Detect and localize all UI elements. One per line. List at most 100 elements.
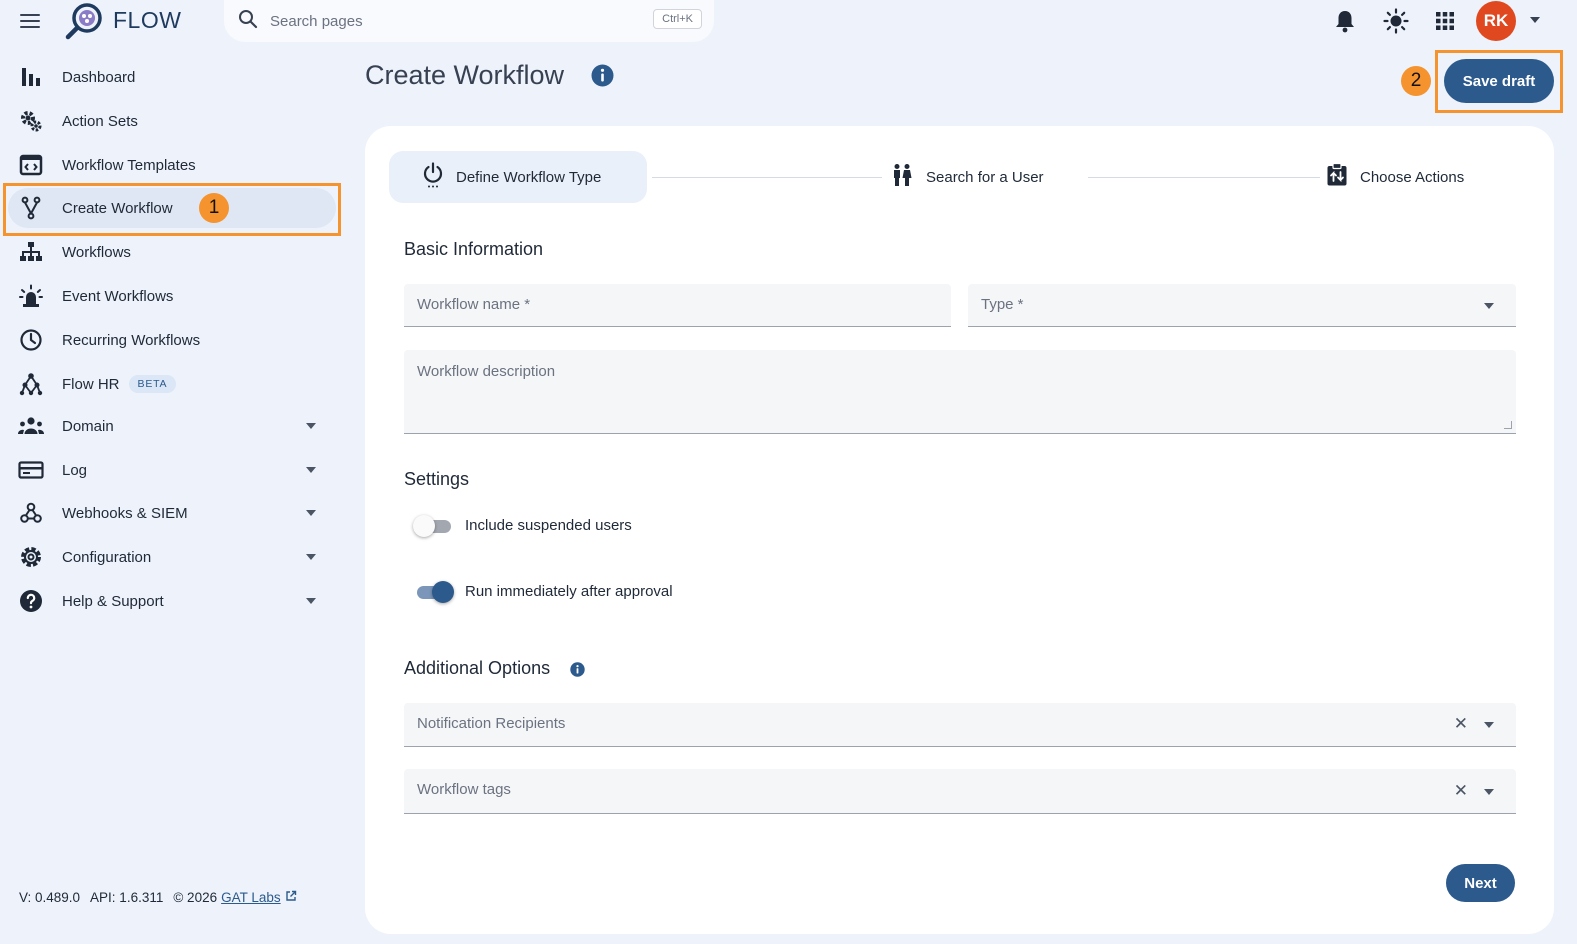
search-icon (238, 9, 258, 34)
menu-toggle-button[interactable] (20, 10, 44, 32)
gears-icon (18, 108, 44, 134)
additional-options-heading: Additional Options (404, 658, 551, 678)
save-draft-button[interactable]: Save draft (1444, 59, 1554, 103)
sidebar-item-label: Flow HR (62, 375, 120, 393)
copyright-text: © 2026 (173, 890, 218, 905)
annotation-badge-2: 2 (1401, 66, 1431, 96)
include-suspended-users-label: Include suspended users (465, 517, 632, 534)
brand-name: FLOW (113, 7, 182, 33)
users-icon (18, 413, 44, 439)
sidebar-item-label: Help & Support (62, 592, 164, 610)
chevron-down-icon (306, 554, 316, 560)
beta-badge: BETA (128, 375, 177, 393)
next-button[interactable]: Next (1446, 864, 1515, 902)
notification-recipients-select[interactable]: Notification Recipients ✕ (404, 703, 1516, 747)
sidebar-item-label: Configuration (62, 548, 152, 566)
sidebar-item-domain[interactable]: Domain (8, 406, 336, 446)
gat-labs-link[interactable]: GAT Labs (221, 890, 281, 905)
api-version-text: API: 1.6.311 (90, 890, 164, 905)
gear-icon (18, 544, 44, 570)
people-icon (890, 163, 914, 192)
type-placeholder: Type * (981, 296, 1024, 313)
workflow-name-field[interactable]: Workflow name * (404, 284, 951, 327)
flow-logo-icon[interactable] (64, 2, 104, 40)
type-select[interactable]: Type * (968, 284, 1516, 327)
annotation-badge-1: 1 (199, 193, 229, 223)
help-icon (18, 588, 44, 614)
page-title: Create Workflow (365, 60, 565, 90)
apps-grid-icon[interactable] (1432, 8, 1458, 34)
actions-icon (1326, 162, 1348, 192)
settings-heading: Settings (404, 469, 470, 489)
sidebar-item-event-workflows[interactable]: Event Workflows (8, 276, 336, 316)
sidebar-item-configuration[interactable]: Configuration (8, 537, 336, 577)
info-icon[interactable] (570, 662, 585, 682)
chevron-down-icon (1484, 722, 1494, 728)
sidebar-item-webhooks-siem[interactable]: Webhooks & SIEM (8, 493, 336, 533)
sidebar-item-dashboard[interactable]: Dashboard (8, 57, 336, 97)
search-input[interactable] (270, 12, 630, 30)
run-immediately-label: Run immediately after approval (465, 583, 673, 600)
step-connector (1088, 177, 1320, 178)
clock-icon (18, 327, 44, 353)
sidebar-item-label: Workflow Templates (62, 156, 196, 174)
close-icon[interactable]: ✕ (1454, 781, 1468, 801)
sidebar-item-help-support[interactable]: Help & Support (8, 581, 336, 621)
search-shortcut-hint: Ctrl+K (653, 9, 702, 29)
sidebar-item-action-sets[interactable]: Action Sets (8, 101, 336, 141)
sidebar-item-label: Recurring Workflows (62, 331, 201, 349)
info-icon[interactable] (591, 64, 614, 87)
basic-information-heading: Basic Information (404, 239, 544, 259)
workflow-tags-select[interactable]: Workflow tags ✕ (404, 769, 1516, 814)
step-connector (652, 177, 882, 178)
template-icon (18, 152, 44, 178)
hamburger-line (20, 26, 40, 28)
toggle-thumb (413, 515, 435, 537)
workflow-description-placeholder: Workflow description (417, 363, 556, 380)
version-text: V: 0.489.0 (19, 890, 81, 905)
theme-toggle-icon[interactable] (1383, 8, 1409, 34)
sidebar-footer: V: 0.489.0 API: 1.6.311 © 2026 GAT Labs (19, 890, 297, 905)
power-icon (422, 161, 444, 193)
search-bar[interactable]: Ctrl+K (224, 0, 714, 42)
workflow-tags-placeholder: Workflow tags (417, 781, 511, 798)
resize-handle-icon[interactable] (1504, 421, 1512, 429)
close-icon[interactable]: ✕ (1454, 714, 1468, 734)
run-immediately-toggle[interactable] (413, 581, 454, 603)
sidebar-item-workflows[interactable]: Workflows (8, 232, 336, 272)
notification-recipients-placeholder: Notification Recipients (417, 715, 566, 732)
webhook-icon (18, 500, 44, 526)
step-choose-actions[interactable]: Choose Actions (1326, 151, 1464, 203)
hamburger-line (20, 20, 40, 22)
chevron-down-icon (1484, 789, 1494, 795)
sidebar-item-label: Log (62, 461, 88, 479)
sidebar-item-label: Event Workflows (62, 287, 174, 305)
sidebar-item-log[interactable]: Log (8, 450, 336, 490)
bell-icon[interactable] (1332, 8, 1358, 34)
step-label: Search for a User (926, 168, 1044, 186)
chevron-down-icon[interactable] (1530, 17, 1540, 23)
chevron-down-icon (306, 598, 316, 604)
toggle-thumb (432, 581, 454, 603)
external-link-icon (285, 890, 297, 905)
sidebar-item-label: Webhooks & SIEM (62, 504, 188, 522)
network-icon (18, 371, 44, 397)
workflow-description-textarea[interactable]: Workflow description (404, 350, 1516, 434)
alarm-icon (18, 283, 44, 309)
sidebar-item-workflow-templates[interactable]: Workflow Templates (8, 145, 336, 185)
sidebar-item-label: Workflows (62, 243, 131, 261)
workflow-name-placeholder: Workflow name * (417, 296, 531, 313)
step-search-for-a-user[interactable]: Search for a User (890, 151, 1044, 203)
log-card-icon (18, 457, 44, 483)
step-label: Choose Actions (1360, 168, 1465, 186)
sidebar-item-recurring-workflows[interactable]: Recurring Workflows (8, 320, 336, 360)
chevron-down-icon (1484, 303, 1494, 309)
user-avatar[interactable]: RK (1476, 1, 1516, 41)
sidebar-item-label: Dashboard (62, 68, 136, 86)
sidebar-item-flow-hr[interactable]: Flow HR BETA (8, 364, 336, 404)
chevron-down-icon (306, 423, 316, 429)
step-define-workflow-type[interactable]: Define Workflow Type (389, 151, 647, 203)
hamburger-line (20, 14, 40, 16)
include-suspended-users-toggle[interactable] (413, 515, 453, 537)
sidebar-item-label: Domain (62, 417, 114, 435)
